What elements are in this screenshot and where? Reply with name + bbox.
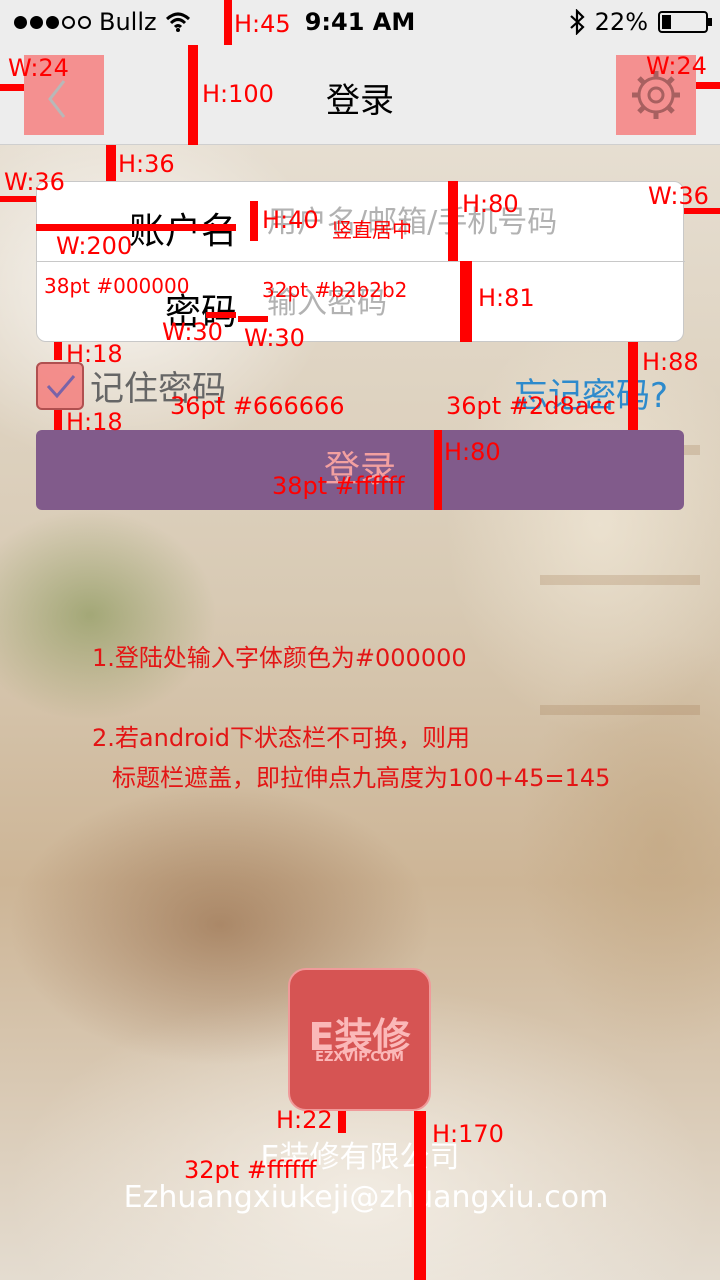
annotation-h40: H:40 (262, 206, 319, 234)
annotation-w30-b: W:30 (244, 324, 305, 352)
annotation-footer-spec: 32pt #ffffff (184, 1156, 317, 1184)
login-card: 账户名 密码 (36, 181, 685, 342)
checkmark-icon (46, 374, 76, 398)
company-name: E装修有限公司 (260, 1140, 460, 1175)
battery-percent: 22% (594, 8, 648, 36)
annotation-mark (54, 342, 62, 360)
background-shelf (540, 705, 700, 715)
annotation-mark (0, 196, 36, 202)
annotation-mark (250, 201, 258, 241)
annotation-h170: H:170 (432, 1120, 504, 1148)
battery-level (662, 15, 672, 29)
annotation-w36-right: W:36 (648, 182, 709, 210)
annotation-h18-b: H:18 (66, 408, 123, 436)
annotation-w200: W:200 (56, 232, 133, 260)
annotation-w36-left: W:36 (4, 168, 65, 196)
brand-logo: E装修 EZXVIP.COM (288, 968, 431, 1111)
annotation-button-spec: 38pt #ffffff (272, 472, 405, 500)
annotation-mark (54, 410, 62, 430)
annotation-mark (0, 84, 24, 91)
annotation-mark (106, 145, 116, 181)
battery-icon (658, 11, 712, 33)
annotation-label-spec: 38pt #000000 (44, 274, 190, 298)
annotation-h80-button: H:80 (444, 438, 501, 466)
annotation-forgot-spec: 36pt #2d8acc (446, 392, 616, 420)
note-line-1: 1.登陆处输入字体颜色为#000000 (92, 644, 467, 672)
annotation-mark (238, 316, 268, 322)
annotation-h18-a: H:18 (66, 340, 123, 368)
logo-subtext: EZXVIP.COM (315, 1050, 404, 1065)
annotation-mark (696, 82, 720, 89)
company-email: Ezhuangxiukeji@zhuangxiu.com (123, 1180, 609, 1215)
remember-checkbox[interactable] (36, 361, 84, 410)
annotation-h100: H:100 (202, 80, 274, 108)
bluetooth-icon (569, 9, 585, 35)
background-shelf (540, 575, 700, 585)
annotation-vertical-center: 竖直居中 (332, 218, 412, 242)
page-title: 登录 (326, 81, 394, 121)
annotation-h36: H:36 (118, 150, 175, 178)
status-bar: Bullz 9:41 AM 22% (0, 0, 720, 45)
note-line-2: 2.若android下状态栏不可换，则用 (92, 724, 470, 752)
note-line-3: 标题栏遮盖，即拉伸点九高度为100+45=145 (112, 764, 611, 792)
annotation-input-spec: 32pt #b2b2b2 (262, 278, 408, 302)
annotation-h80-card: H:80 (462, 190, 519, 218)
annotation-h88: H:88 (642, 348, 699, 376)
annotation-h22: H:22 (276, 1106, 333, 1134)
annotation-w24-left: W:24 (8, 54, 69, 82)
annotation-mark (414, 1111, 426, 1280)
annotation-mark (36, 224, 236, 231)
annotation-mark (460, 261, 472, 342)
annotation-h81: H:81 (478, 284, 535, 312)
annotation-mark (224, 0, 232, 45)
annotation-w30-a: W:30 (162, 318, 223, 346)
annotation-mark (434, 430, 442, 510)
title-bar: 登录 (0, 45, 720, 145)
annotation-mark (628, 342, 638, 430)
annotation-mark (338, 1111, 346, 1133)
annotation-h45: H:45 (234, 10, 291, 38)
status-right: 22% (569, 8, 712, 36)
annotation-remember-spec: 36pt #666666 (170, 392, 345, 420)
annotation-mark (188, 45, 198, 145)
annotation-mark (448, 181, 458, 261)
annotation-w24-right: W:24 (646, 52, 707, 80)
